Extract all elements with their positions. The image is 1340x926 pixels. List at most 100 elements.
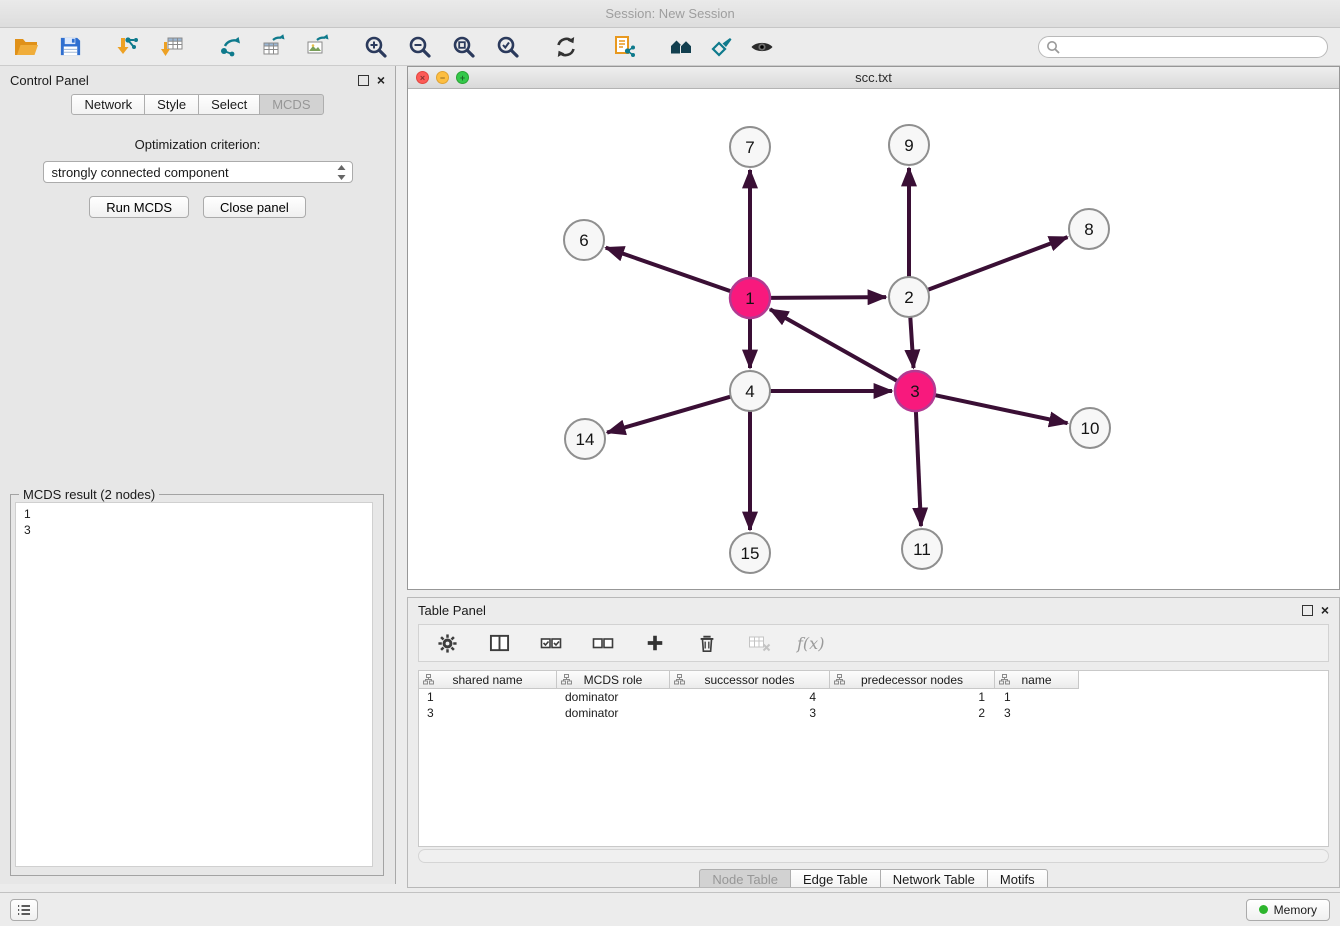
tab-style[interactable]: Style — [144, 94, 199, 115]
list-icon — [16, 903, 32, 917]
table-tab-network-table[interactable]: Network Table — [880, 869, 988, 888]
float-table-panel-icon[interactable] — [1302, 605, 1313, 616]
edge-4-14[interactable] — [607, 397, 731, 433]
minimize-window-icon[interactable] — [436, 71, 449, 84]
table-cell[interactable]: 4 — [670, 689, 830, 705]
close-panel-icon[interactable] — [377, 75, 385, 86]
delete-table-button[interactable] — [745, 629, 773, 657]
graph-node-9[interactable]: 9 — [889, 125, 929, 165]
graph-node-8[interactable]: 8 — [1069, 209, 1109, 249]
graph-node-10[interactable]: 10 — [1070, 408, 1110, 448]
edge-3-1[interactable] — [770, 309, 898, 381]
control-panel-title: Control Panel — [10, 73, 89, 88]
edge-2-8[interactable] — [928, 237, 1068, 290]
eye-icon — [749, 34, 775, 60]
show-graphics-details-button[interactable] — [748, 33, 776, 61]
column-header-label: predecessor nodes — [861, 673, 963, 687]
search-input[interactable] — [1038, 36, 1328, 58]
graph-node-2[interactable]: 2 — [889, 277, 929, 317]
function-builder-button[interactable]: f(x) — [797, 634, 824, 653]
table-horizontal-scrollbar[interactable] — [418, 849, 1329, 863]
edge-2-3[interactable] — [910, 317, 913, 368]
close-table-panel-icon[interactable] — [1321, 605, 1329, 616]
table-cell[interactable]: dominator — [557, 705, 670, 721]
network-graph[interactable]: 7 9 6 8 1 2 4 3 14 10 15 11 — [408, 89, 1339, 590]
network-view-window: scc.txt 7 9 6 8 1 2 4 3 14 10 15 11 — [407, 66, 1340, 590]
table-cell[interactable]: 1 — [995, 689, 1079, 705]
zoom-selected-button[interactable] — [494, 33, 522, 61]
close-panel-button[interactable]: Close panel — [203, 196, 306, 218]
zoom-out-button[interactable] — [406, 33, 434, 61]
memory-button[interactable]: Memory — [1246, 899, 1330, 921]
column-header-successor-nodes[interactable]: successor nodes — [670, 671, 830, 689]
table-cell[interactable]: 3 — [419, 705, 557, 721]
table-cell[interactable]: 2 — [830, 705, 995, 721]
apply-style-button[interactable] — [708, 33, 736, 61]
export-image-button[interactable] — [304, 33, 332, 61]
float-panel-icon[interactable] — [358, 75, 369, 86]
show-columns-button[interactable] — [485, 629, 513, 657]
graph-node-7[interactable]: 7 — [730, 127, 770, 167]
deselect-all-button[interactable] — [589, 629, 617, 657]
graph-node-3[interactable]: 3 — [895, 371, 935, 411]
run-mcds-button[interactable]: Run MCDS — [89, 196, 189, 218]
criterion-dropdown[interactable]: strongly connected component — [43, 161, 353, 183]
column-header-label: shared name — [452, 673, 522, 687]
open-file-button[interactable] — [12, 33, 40, 61]
select-all-button[interactable] — [537, 629, 565, 657]
export-table-icon — [261, 34, 287, 60]
graph-node-4[interactable]: 4 — [730, 371, 770, 411]
home-layout-button[interactable] — [668, 33, 696, 61]
mcds-result-list[interactable]: 13 — [15, 502, 373, 867]
table-row[interactable]: 3dominator323 — [419, 705, 1328, 721]
edge-3-11[interactable] — [916, 411, 921, 526]
close-window-icon[interactable] — [416, 71, 429, 84]
save-session-button[interactable] — [56, 33, 84, 61]
copy-network-button[interactable] — [610, 33, 638, 61]
edge-3-10[interactable] — [935, 395, 1068, 423]
graph-node-14[interactable]: 14 — [565, 419, 605, 459]
mcds-result-box: MCDS result (2 nodes) 13 — [10, 494, 384, 876]
table-row[interactable]: 1dominator411 — [419, 689, 1328, 705]
network-window-titlebar[interactable]: scc.txt — [408, 67, 1339, 89]
column-header-name[interactable]: name — [995, 671, 1079, 689]
graph-node-6[interactable]: 6 — [564, 220, 604, 260]
zoom-fit-icon — [451, 34, 477, 60]
refresh-view-button[interactable] — [552, 33, 580, 61]
import-network-button[interactable] — [114, 33, 142, 61]
tab-select[interactable]: Select — [198, 94, 260, 115]
tab-network[interactable]: Network — [71, 94, 145, 115]
memory-status-icon — [1259, 905, 1268, 914]
delete-row-button[interactable] — [693, 629, 721, 657]
graph-node-1[interactable]: 1 — [730, 278, 770, 318]
edge-1-6[interactable] — [606, 248, 731, 292]
table-settings-button[interactable] — [433, 629, 461, 657]
zoom-in-button[interactable] — [362, 33, 390, 61]
table-panel: Table Panel — [407, 597, 1340, 888]
table-cell[interactable]: 3 — [670, 705, 830, 721]
table-cell[interactable]: 1 — [419, 689, 557, 705]
tab-mcds[interactable]: MCDS — [259, 94, 323, 115]
mcds-result-title: MCDS result (2 nodes) — [19, 487, 159, 502]
zoom-fit-button[interactable] — [450, 33, 478, 61]
table-cell[interactable]: dominator — [557, 689, 670, 705]
column-header-mcds-role[interactable]: MCDS role — [557, 671, 670, 689]
table-cell[interactable]: 3 — [995, 705, 1079, 721]
table-cell[interactable]: 1 — [830, 689, 995, 705]
import-table-button[interactable] — [158, 33, 186, 61]
column-header-shared-name[interactable]: shared name — [419, 671, 557, 689]
graph-node-11[interactable]: 11 — [902, 529, 942, 569]
export-network-button[interactable] — [216, 33, 244, 61]
svg-text:8: 8 — [1084, 220, 1093, 239]
task-history-button[interactable] — [10, 899, 38, 921]
gear-icon — [437, 633, 458, 654]
table-tab-edge-table[interactable]: Edge Table — [790, 869, 881, 888]
zoom-window-icon[interactable] — [456, 71, 469, 84]
add-row-button[interactable] — [641, 629, 669, 657]
column-header-predecessor-nodes[interactable]: predecessor nodes — [830, 671, 995, 689]
table-tab-motifs[interactable]: Motifs — [987, 869, 1048, 888]
export-table-button[interactable] — [260, 33, 288, 61]
graph-node-15[interactable]: 15 — [730, 533, 770, 573]
table-tab-node-table[interactable]: Node Table — [699, 869, 791, 888]
edge-1-2[interactable] — [770, 297, 886, 298]
